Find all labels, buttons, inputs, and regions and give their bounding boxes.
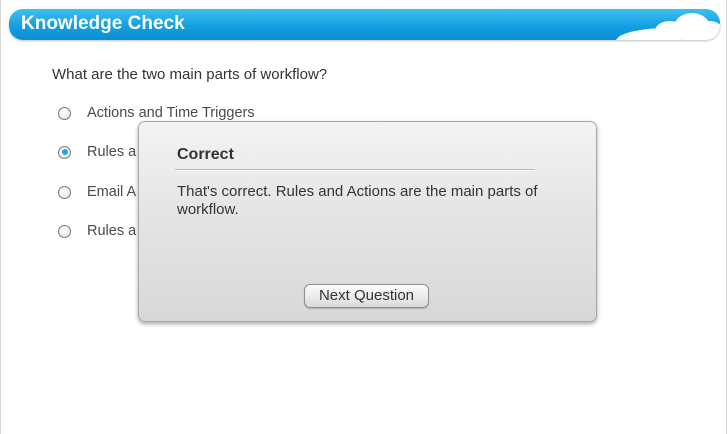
answer-option-label: Actions and Time Triggers <box>87 105 255 121</box>
header-bar: Knowledge Check <box>9 9 720 40</box>
answer-option-label: Rules a <box>87 144 137 160</box>
radio-button[interactable] <box>58 185 71 199</box>
radio-button[interactable] <box>58 106 71 120</box>
knowledge-check-page: Knowledge Check What are the two main pa… <box>0 0 727 434</box>
feedback-dialog: Correct That's correct. Rules and Action… <box>138 121 597 322</box>
radio-button[interactable] <box>58 224 71 238</box>
next-question-button[interactable]: Next Question <box>304 284 429 308</box>
radio-button-selected[interactable] <box>58 145 71 159</box>
answer-option[interactable]: Email A <box>58 183 136 201</box>
answer-option[interactable]: Actions and Time Triggers <box>58 104 255 122</box>
dialog-message: That's correct. Rules and Actions are th… <box>177 183 538 218</box>
dialog-title: Correct <box>177 146 234 163</box>
answer-option[interactable]: Rules a <box>58 143 136 161</box>
answer-option-label: Rules a <box>87 223 137 239</box>
answer-option-label: Email A <box>87 184 137 200</box>
answer-option[interactable]: Rules a <box>58 222 136 240</box>
cloud-icon <box>616 13 720 40</box>
question-text: What are the two main parts of workflow? <box>52 66 328 83</box>
dialog-divider <box>175 169 535 171</box>
page-title: Knowledge Check <box>21 13 185 34</box>
